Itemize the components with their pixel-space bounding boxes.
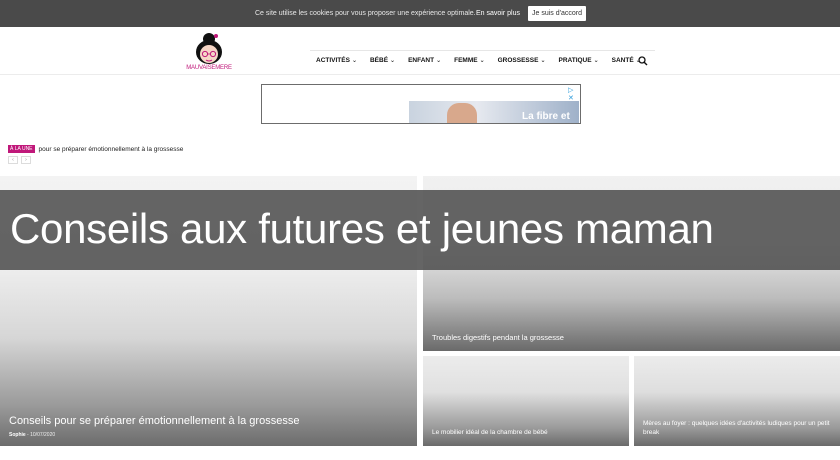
- news-ticker: À LA UNE pour se préparer émotionnelleme…: [8, 144, 183, 154]
- nav-item-pratique[interactable]: PRATIQUE ⌄: [558, 57, 598, 64]
- nav-label: SANTÉ: [611, 57, 634, 64]
- featured-top-right-title[interactable]: Troubles digestifs pendant la grossesse: [432, 333, 564, 342]
- chevron-down-icon: ⌄: [593, 58, 599, 64]
- ad-person-image: [447, 103, 477, 123]
- nav-label: ENFANT: [408, 57, 435, 64]
- cookie-text: Ce site utilise les cookies pour vous pr…: [255, 10, 476, 17]
- ticker-next-button[interactable]: ›: [21, 156, 31, 164]
- main-nav: ACTIVITÉS ⌄ BÉBÉ ⌄ ENFANT ⌄ FEMME ⌄ GROSSESS…: [316, 57, 654, 64]
- ad-banner[interactable]: La fibre et ▷ ✕: [261, 84, 581, 124]
- nav-label: BÉBÉ: [369, 57, 389, 64]
- nav-label: PRATIQUE: [558, 57, 592, 64]
- nav-item-bebe[interactable]: BÉBÉ ⌄: [370, 57, 395, 64]
- featured-main-title[interactable]: Conseils pour se préparer émotionnelleme…: [9, 415, 299, 427]
- featured-bottom-right-title[interactable]: Mères au foyer : quelques idées d'activi…: [643, 419, 833, 437]
- chevron-down-icon: ⌄: [390, 58, 396, 64]
- page-title: Conseils aux futures et jeunes maman: [10, 205, 714, 252]
- nav-item-activites[interactable]: ACTIVITÉS ⌄: [316, 57, 357, 64]
- chevron-down-icon: ⌄: [351, 58, 357, 64]
- chevron-left-icon: ‹: [12, 157, 14, 163]
- nav-item-grossesse[interactable]: GROSSESSE ⌄: [498, 57, 546, 64]
- ticker-badge: À LA UNE: [8, 145, 35, 153]
- chevron-down-icon: ⌄: [540, 58, 546, 64]
- search-icon[interactable]: [638, 56, 648, 66]
- site-logo[interactable]: MAUVAISEMERE: [182, 30, 236, 74]
- site-header: MAUVAISEMERE ACTIVITÉS ⌄ BÉBÉ ⌄ ENFANT ⌄ FE…: [0, 27, 840, 75]
- nav-label: GROSSESSE: [497, 57, 539, 64]
- cookie-bar: Ce site utilise les cookies pour vous pr…: [0, 0, 840, 27]
- ticker-link[interactable]: pour se préparer émotionnellement à la g…: [39, 146, 184, 153]
- chevron-down-icon: ⌄: [436, 58, 442, 64]
- chevron-right-icon: ›: [25, 157, 27, 163]
- nav-item-enfant[interactable]: ENFANT ⌄: [408, 57, 441, 64]
- ticker-prev-button[interactable]: ‹: [8, 156, 18, 164]
- cookie-accept-button[interactable]: Je suis d'accord: [528, 6, 586, 21]
- featured-main-meta: Sophie - 10/07/2020: [9, 432, 56, 438]
- featured-bottom-middle-title[interactable]: Le mobilier idéal de la chambre de bébé: [432, 429, 548, 436]
- post-author[interactable]: Sophie: [9, 432, 26, 438]
- nav-item-femme[interactable]: FEMME ⌄: [454, 57, 485, 64]
- nav-label: ACTIVITÉS: [316, 57, 350, 64]
- nav-label: FEMME: [454, 57, 478, 64]
- post-date: 10/07/2020: [30, 432, 56, 438]
- logo-text: MAUVAISEMERE: [186, 65, 232, 71]
- cookie-more-link[interactable]: En savoir plus: [476, 10, 520, 17]
- nav-divider: [310, 50, 655, 51]
- nav-item-sante[interactable]: SANTÉ ⌄: [612, 57, 641, 64]
- logo-mascot-icon: [196, 33, 222, 64]
- ad-headline: La fibre et: [522, 111, 570, 122]
- chevron-down-icon: ⌄: [479, 58, 485, 64]
- ad-choices-icon[interactable]: ▷ ✕: [568, 86, 580, 102]
